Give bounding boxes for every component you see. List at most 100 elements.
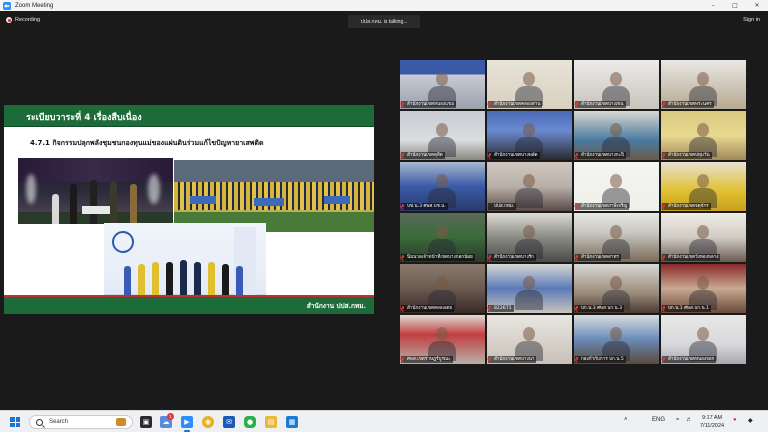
search-highlight-icon[interactable] (116, 418, 126, 426)
wifi-icon[interactable]: ≈ (676, 417, 679, 423)
participant-tile[interactable]: สำนักงานเขตบางนา (487, 315, 572, 364)
clock-date: 7/11/2024 (700, 423, 725, 429)
recording-indicator[interactable]: Recording (6, 17, 40, 23)
taskbar-search[interactable]: Search (29, 415, 133, 429)
participant-name: สำนักงานเขตจตุจักร (662, 203, 711, 210)
participant-name: บช.น.3 ศพส.บช.น. (401, 203, 448, 210)
file-explorer-icon[interactable]: ▤ (265, 416, 277, 428)
participant-name: สำนักงานเขตสาทร (575, 254, 621, 261)
participant-tile[interactable]: สำนักงานเขตบางรัก (487, 213, 572, 262)
participant-tile[interactable]: สำนักงานเขตพระนคร (661, 60, 746, 109)
participant-tile[interactable]: สำนักงานเขตบางเขน (574, 60, 659, 109)
participant-tile[interactable]: บก.น.3 ศพส.บก.น.3 (574, 264, 659, 313)
participant-name: สำนักงานเขตหนองจอก (662, 356, 717, 363)
muted-mic-icon (401, 102, 405, 107)
participant-silhouette (610, 72, 622, 86)
notification-badge: 1 (167, 413, 174, 420)
participant-tile[interactable]: กองกำกับการ บก.น.5 (574, 315, 659, 364)
participant-silhouette (523, 72, 535, 86)
participant-name: สำนักงานเขตปทุมวัน (662, 152, 712, 159)
event-photo-crowd (174, 160, 374, 232)
participant-silhouette (436, 276, 448, 290)
muted-mic-icon (662, 153, 666, 158)
slide-footer: สำนักงาน ปปส.กทม. (4, 297, 374, 314)
participant-silhouette (610, 174, 622, 188)
participant-tile[interactable]: บก.น.1 ศพส.บก.น.1 (661, 264, 746, 313)
muted-mic-icon (575, 306, 579, 311)
participant-tile[interactable]: สำนักงานเขตดุสิต (400, 111, 485, 160)
store-icon[interactable]: ▦ (286, 416, 298, 428)
chevron-up-icon[interactable]: ˄ (624, 417, 628, 423)
muted-mic-icon (401, 255, 405, 260)
participant-silhouette (523, 174, 535, 188)
participant-silhouette (610, 327, 622, 341)
clock-time: 9:17 AM (701, 415, 723, 421)
bell-icon[interactable]: ● (733, 417, 737, 423)
participant-name: นิ่มนวลเจ้าหน้าที่เขตบางกอกน้อย (401, 254, 475, 261)
participant-name: บก.น.3 ศพส.บก.น.3 (575, 305, 625, 312)
participant-tile[interactable]: สำนักงานเขตบางกะปิ (574, 111, 659, 160)
language-indicator[interactable]: ENG (652, 417, 665, 423)
windows-taskbar: Search ▣ ☁ 1 ▶ ◉ ✉ ● ▤ ▦ ˄ ENG ≈ ♬ 9:17 … (0, 410, 768, 432)
participant-silhouette (523, 276, 535, 290)
chrome-icon[interactable]: ◉ (202, 416, 214, 428)
participant-silhouette (610, 276, 622, 290)
participant-tile[interactable]: สำนักงานเขตปทุมวัน (661, 111, 746, 160)
participant-tile[interactable]: สำนักงานเขตภาษีเจริญ (574, 162, 659, 211)
participant-name: สำนักงานเขตบางเขน (575, 101, 626, 108)
participant-name: ปปส.กทม. (488, 203, 517, 210)
participant-tile[interactable]: สำนักงานเขตคลองสาน (487, 60, 572, 109)
participant-name: สำนักงานเขตวังทองหลาง (662, 254, 721, 261)
participant-tile[interactable]: สำนักงานเขตสาทร (574, 213, 659, 262)
start-button[interactable] (10, 417, 20, 427)
task-view-icon[interactable]: ▣ (140, 416, 152, 428)
participant-tile[interactable]: สำนักงานเขตคลองเตย (400, 264, 485, 313)
muted-mic-icon (575, 153, 579, 158)
minimize-icon[interactable]: – (702, 0, 724, 11)
muted-mic-icon (401, 357, 405, 362)
muted-mic-icon (488, 102, 492, 107)
maximize-icon[interactable]: □ (724, 0, 746, 11)
muted-mic-icon (575, 102, 579, 107)
participant-silhouette (697, 174, 709, 188)
recording-label: Recording (15, 17, 41, 23)
participant-silhouette (697, 327, 709, 341)
participant-silhouette (523, 225, 535, 239)
volume-icon[interactable]: ♬ (686, 417, 692, 423)
participant-silhouette (523, 123, 535, 137)
participant-tile[interactable]: สำนักงานเขตจตุจักร (661, 162, 746, 211)
participant-name: สำนักงานเขตบางนา (488, 356, 537, 363)
participant-silhouette (697, 123, 709, 137)
muted-mic-icon (401, 153, 405, 158)
shared-screen: ระเบียบวาระที่ 4 เรื่องสืบเนื่อง 4.7.1 ก… (4, 105, 374, 314)
participant-tile[interactable]: บช.น.3 ศพส.บช.น. (400, 162, 485, 211)
meeting-topbar: Recording ปปส.กทม. is talking... Sign in (0, 11, 768, 33)
participant-tile[interactable]: สำนักงานเขตบางพลัด (487, 111, 572, 160)
outlook-icon[interactable]: ✉ (223, 416, 235, 428)
muted-mic-icon (662, 357, 666, 362)
participant-silhouette (436, 123, 448, 137)
participant-gallery: สำนักงานเขตหนองแขม สำนักงานเขตคลองสาน สำนั… (400, 60, 746, 364)
participant-tile[interactable]: สำนักงานเขตหนองแขม (400, 60, 485, 109)
participant-body (515, 290, 543, 310)
muted-mic-icon (662, 204, 666, 209)
participant-name: สำนักงานเขตพระนคร (662, 101, 714, 108)
slide-footer-text: สำนักงาน ปปส.กทม. (306, 302, 366, 310)
muted-mic-icon (401, 306, 405, 311)
participant-body (515, 188, 543, 208)
line-icon[interactable]: ● (244, 416, 256, 428)
close-icon[interactable]: ✕ (746, 0, 768, 11)
participant-tile[interactable]: สำนักงานเขตหนองจอก (661, 315, 746, 364)
participant-tile[interactable]: นิ่มนวลเจ้าหน้าที่เขตบางกอกน้อย (400, 213, 485, 262)
participant-tile[interactable]: ปปส.กทม. (487, 162, 572, 211)
taskbar-clock[interactable]: 9:17 AM 7/11/2024 (700, 414, 724, 430)
record-icon (6, 17, 12, 23)
participant-tile[interactable]: 822671 (487, 264, 572, 313)
participant-silhouette (436, 327, 448, 341)
zoom-app-icon[interactable]: ▶ (181, 416, 193, 428)
slide-header: ระเบียบวาระที่ 4 เรื่องสืบเนื่อง (4, 105, 374, 127)
signin-link[interactable]: Sign in (743, 17, 760, 23)
participant-tile[interactable]: สำนักงานเขตวังทองหลาง (661, 213, 746, 262)
copilot-icon[interactable]: ◆ (748, 417, 753, 424)
participant-tile[interactable]: ศพส.เขตราษฎร์บูรณะ (400, 315, 485, 364)
